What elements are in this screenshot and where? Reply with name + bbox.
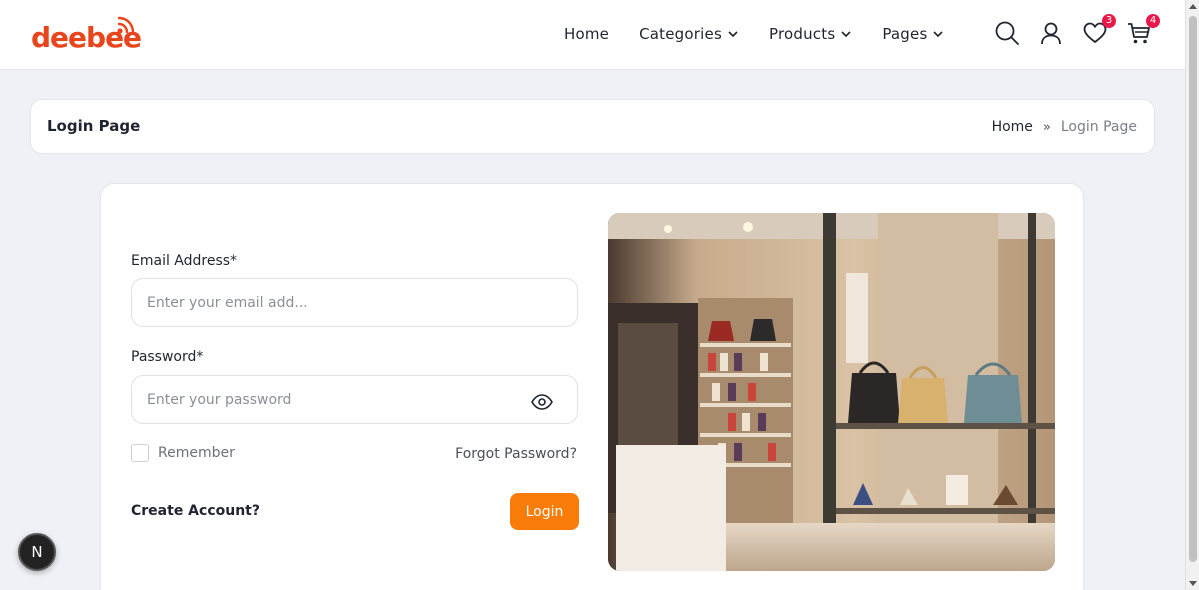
nav-label: Home <box>564 25 610 43</box>
nav-item-pages[interactable]: Pages <box>882 24 944 44</box>
password-label: Password* <box>131 349 204 365</box>
scroll-thumb[interactable] <box>1189 16 1197 562</box>
email-field-wrapper <box>131 278 578 327</box>
nav-item-categories[interactable]: Categories <box>639 24 739 44</box>
login-card: Email Address* Password* Remember Forgot… <box>100 183 1084 590</box>
forgot-password-link[interactable]: Forgot Password? <box>455 446 577 462</box>
remember-me: Remember <box>131 444 235 462</box>
remember-label: Remember <box>158 445 235 461</box>
page-title: Login Page <box>47 117 141 135</box>
email-input[interactable] <box>132 279 577 326</box>
chevron-down-icon <box>933 31 944 38</box>
double-chevron-right-icon: » <box>1042 119 1051 135</box>
eye-icon[interactable] <box>531 394 553 410</box>
nav-item-home[interactable]: Home <box>564 24 609 44</box>
nav-item-products[interactable]: Products <box>769 24 852 44</box>
breadcrumb-bar: Login Page Home » Login Page <box>30 99 1155 154</box>
nav-label: Categories <box>639 25 722 43</box>
email-label: Email Address* <box>131 253 238 269</box>
search-button[interactable] <box>994 20 1020 46</box>
chevron-down-icon <box>728 31 738 38</box>
create-account-link[interactable]: Create Account? <box>131 503 260 519</box>
nav-label: Pages <box>882 25 928 43</box>
account-button[interactable] <box>1038 20 1064 46</box>
wishlist-count-badge: 3 <box>1102 14 1116 28</box>
password-field-wrapper <box>131 375 578 424</box>
site-header: deebee Home Categories Products Pages 3 … <box>0 0 1185 70</box>
signal-icon <box>117 16 135 34</box>
cart-button[interactable]: 4 <box>1126 14 1160 46</box>
remember-checkbox[interactable] <box>131 444 149 462</box>
cart-count-badge: 4 <box>1146 14 1160 28</box>
nav-label: Products <box>768 25 836 43</box>
user-icon <box>1041 22 1061 45</box>
scroll-up-arrow[interactable] <box>1189 4 1197 9</box>
password-input[interactable] <box>132 376 577 423</box>
wishlist-button[interactable]: 3 <box>1082 14 1116 46</box>
breadcrumb-current: Login Page <box>1060 119 1137 135</box>
floating-n-badge[interactable]: N <box>18 533 56 571</box>
brand-logo[interactable]: deebee <box>31 14 142 54</box>
chevron-down-icon <box>841 31 851 38</box>
breadcrumb: Home » Login Page <box>992 119 1137 135</box>
main-nav: Home Categories Products Pages <box>564 24 974 44</box>
store-image <box>608 213 1055 571</box>
search-icon <box>995 21 1019 45</box>
login-button[interactable]: Login <box>510 493 579 530</box>
page-scrollbar[interactable] <box>1185 0 1199 590</box>
breadcrumb-home-link[interactable]: Home <box>992 119 1033 135</box>
scroll-down-arrow[interactable] <box>1189 581 1197 586</box>
header-icons: 3 4 <box>994 14 1170 46</box>
